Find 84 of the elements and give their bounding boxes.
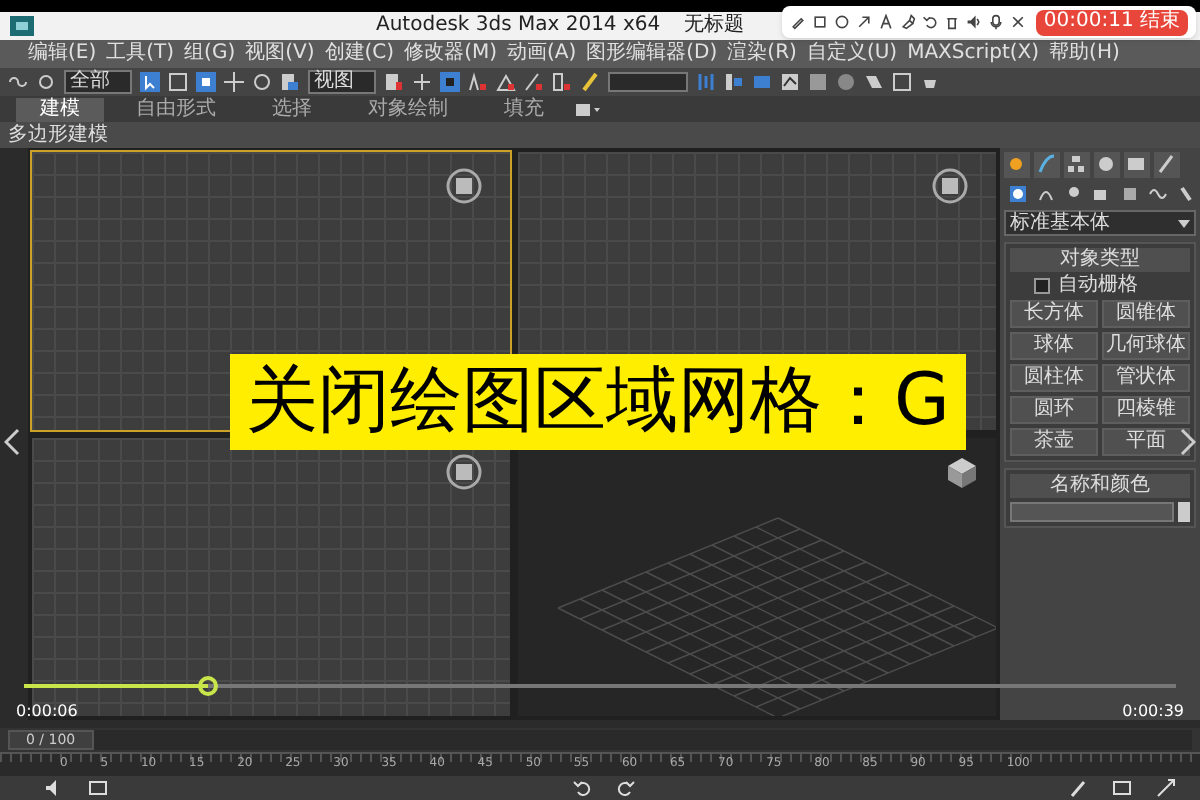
menu-item[interactable]: 修改器(M) <box>404 44 497 64</box>
viewcube-icon[interactable] <box>944 454 980 490</box>
checkbox-label: 自动栅格 <box>1058 276 1138 296</box>
picture-in-picture-icon[interactable] <box>1112 778 1132 798</box>
reference-coordinate-dropdown[interactable]: 视图 <box>308 70 376 94</box>
viewcube-icon[interactable] <box>446 168 482 204</box>
ribbon-options-icon[interactable] <box>576 101 600 117</box>
rotate-left-icon[interactable] <box>572 778 592 798</box>
color-swatch[interactable] <box>1178 502 1190 522</box>
window-crossing-icon[interactable] <box>196 72 216 92</box>
viewcube-icon[interactable] <box>446 454 482 490</box>
object-type-button[interactable]: 四棱锥 <box>1102 396 1190 424</box>
scale-icon[interactable] <box>280 72 300 92</box>
end-recording-button[interactable]: 00:00:11 结束 <box>1035 9 1188 35</box>
highlighter-icon[interactable] <box>899 14 916 30</box>
named-selection-dropdown[interactable] <box>608 72 688 92</box>
menu-item[interactable]: 组(G) <box>184 44 236 64</box>
pen-icon[interactable] <box>789 14 806 30</box>
object-type-button[interactable]: 平面 <box>1102 428 1190 456</box>
menu-item[interactable]: 视图(V) <box>245 44 315 64</box>
previous-chevron-icon[interactable] <box>4 428 20 456</box>
menu-item[interactable]: 图形编辑器(D) <box>586 44 718 64</box>
arrow-icon[interactable] <box>855 14 872 30</box>
hierarchy-icon[interactable] <box>1064 152 1090 178</box>
ribbon-tab[interactable]: 建模 <box>16 97 104 121</box>
snap-icon[interactable] <box>440 72 460 92</box>
next-chevron-icon[interactable] <box>1180 428 1196 456</box>
rotate-icon[interactable] <box>252 72 272 92</box>
ribbon-tab[interactable]: 自由形式 <box>112 97 240 121</box>
viewcube-icon[interactable] <box>932 168 968 204</box>
geometry-icon[interactable] <box>1008 184 1028 204</box>
text-icon[interactable] <box>877 14 894 30</box>
ribbon-tab[interactable]: 填充 <box>480 97 568 121</box>
move-icon[interactable] <box>224 72 244 92</box>
object-type-button[interactable]: 球体 <box>1010 332 1098 360</box>
caret-icon <box>1178 219 1190 227</box>
menu-item[interactable]: MAXScript(X) <box>907 44 1040 64</box>
rollout-title[interactable]: 名称和颜色 <box>1010 474 1190 498</box>
rotate-right-icon[interactable] <box>616 778 636 798</box>
name-field[interactable] <box>1010 502 1174 522</box>
object-type-button[interactable]: 几何球体 <box>1102 332 1190 360</box>
close-icon[interactable] <box>1009 14 1026 30</box>
circle-icon[interactable] <box>833 14 850 30</box>
menu-item[interactable]: 动画(A) <box>507 44 577 64</box>
ribbon-tab[interactable]: 对象绘制 <box>344 97 472 121</box>
sun-icon[interactable] <box>1004 152 1030 178</box>
trash-icon[interactable] <box>943 14 960 30</box>
fullscreen-icon[interactable] <box>1156 778 1176 798</box>
menu-item[interactable]: 编辑(E) <box>28 44 97 64</box>
menu-item[interactable]: 渲染(R) <box>727 44 797 64</box>
align-icon[interactable] <box>724 72 744 92</box>
object-type-button[interactable]: 圆柱体 <box>1010 364 1098 392</box>
menu-item[interactable]: 创建(C) <box>324 44 395 64</box>
ribbon-panel-label: 多边形建模 <box>8 125 108 145</box>
curve-editor-icon[interactable] <box>780 72 800 92</box>
window-title: Autodesk 3ds Max 2014 x64 <box>376 16 661 36</box>
playback-thumb[interactable] <box>198 676 219 696</box>
object-type-button[interactable]: 管状体 <box>1102 364 1190 392</box>
screen-icon[interactable] <box>88 778 108 798</box>
elapsed-time: 0:00:06 <box>16 704 78 720</box>
menu-item[interactable]: 自定义(U) <box>806 44 898 64</box>
caption-overlay: 关闭绘图区域网格：G <box>230 354 966 450</box>
select-region-icon[interactable] <box>168 72 188 92</box>
rollout-title[interactable]: 对象类型 <box>1010 248 1190 272</box>
app-logo-icon[interactable] <box>8 14 36 38</box>
select-icon[interactable] <box>140 72 160 92</box>
object-type-button[interactable]: 圆环 <box>1010 396 1098 424</box>
crosshair-icon[interactable] <box>412 72 432 92</box>
document-title: 无标题 <box>684 16 745 36</box>
microphone-icon[interactable] <box>987 14 1004 30</box>
object-type-button[interactable]: 长方体 <box>1010 300 1098 328</box>
rectangle-icon[interactable] <box>811 14 828 30</box>
angle-snap-icon[interactable] <box>496 72 516 92</box>
speaker-icon[interactable] <box>965 14 982 30</box>
menu-item[interactable]: 工具(T) <box>106 44 175 64</box>
undo-icon[interactable] <box>921 14 938 30</box>
object-type-button[interactable]: 圆锥体 <box>1102 300 1190 328</box>
category-dropdown[interactable]: 标准基本体 <box>1004 210 1196 236</box>
object-type-button[interactable]: 茶壶 <box>1010 428 1098 456</box>
ribbon-tab[interactable]: 选择 <box>248 97 336 121</box>
total-time: 0:00:39 <box>1122 704 1184 720</box>
selection-filter-dropdown[interactable]: 全部 <box>64 70 132 94</box>
menu-item[interactable]: 帮助(H) <box>1049 44 1120 64</box>
autogrid-checkbox[interactable] <box>1034 278 1050 294</box>
